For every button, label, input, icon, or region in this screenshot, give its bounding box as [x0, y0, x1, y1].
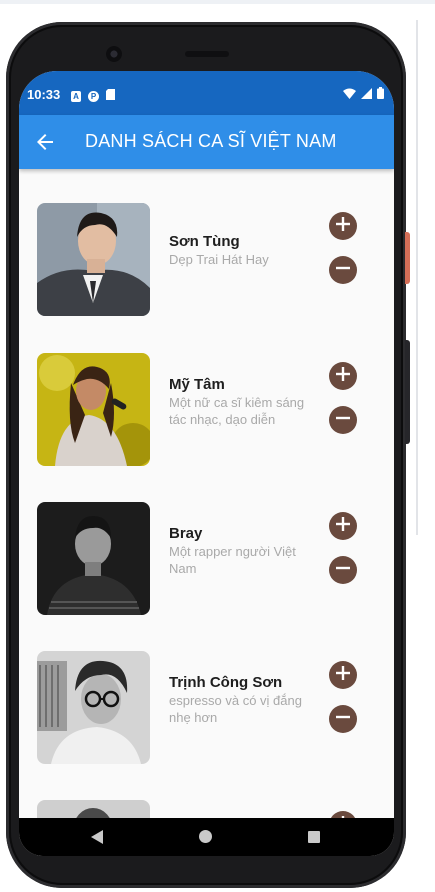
status-time: 10:33	[27, 87, 61, 102]
nav-recents-icon[interactable]	[308, 831, 320, 843]
plus-circle-icon	[336, 366, 350, 386]
singer-description: Một rapper người Việt Nam	[169, 544, 296, 576]
plus-circle-icon	[336, 516, 350, 536]
singer-card[interactable]: Mỹ Tâm Một nữ ca sĩ kiêm sáng tác nhạc, …	[19, 353, 394, 469]
wifi-icon	[343, 86, 356, 104]
minus-circle-icon	[336, 411, 350, 430]
singer-name: Trịnh Công Sơn	[169, 674, 283, 691]
singer-description: espresso và có vị đắng nhẹ hơn	[169, 693, 302, 725]
plus-circle-icon	[336, 665, 350, 685]
add-button[interactable]	[329, 212, 357, 240]
earpiece-speaker	[185, 51, 229, 57]
battery-icon	[377, 86, 384, 104]
add-button[interactable]	[329, 362, 357, 390]
page-title: DANH SÁCH CA SĨ VIỆT NAM	[85, 131, 337, 151]
arrow-back-icon	[33, 134, 57, 158]
system-navigation-bar	[19, 818, 394, 856]
singer-photo	[37, 651, 150, 764]
signal-icon	[361, 86, 372, 104]
volume-button[interactable]	[405, 340, 410, 444]
singer-description: Một nữ ca sĩ kiêm sáng tác nhạc, dạo diễ…	[169, 395, 305, 427]
singer-name: Bray	[169, 525, 203, 542]
remove-button[interactable]	[329, 406, 357, 434]
singer-photo	[37, 203, 150, 316]
singer-card[interactable]: Bray Một rapper người Việt Nam	[19, 502, 394, 618]
minus-circle-icon	[336, 261, 350, 280]
plus-circle-icon	[336, 216, 350, 236]
system-status-icons	[343, 86, 384, 104]
phone-screen: 10:33 A P DANH SÁCH CA SĨ VIỆT NAM Sơn T…	[19, 71, 394, 856]
singer-list: Sơn Tùng Dẹp Trai Hát Hay Mỹ Tâm Một nữ …	[19, 169, 394, 856]
app-bar: DANH SÁCH CA SĨ VIỆT NAM	[19, 115, 394, 169]
status-bar: 10:33 A P	[19, 71, 394, 115]
singer-name: Mỹ Tâm	[169, 376, 225, 393]
singer-card[interactable]: Sơn Tùng Dẹp Trai Hát Hay	[19, 203, 394, 319]
singer-card[interactable]: Trịnh Công Sơn espresso và có vị đắng nh…	[19, 651, 394, 767]
singer-photo	[37, 502, 150, 615]
power-button[interactable]	[405, 232, 410, 284]
sd-card-icon	[106, 87, 115, 105]
side-panel-divider	[416, 20, 418, 535]
front-camera	[106, 46, 122, 62]
nav-back-icon[interactable]	[91, 830, 103, 844]
window-top-strip	[0, 0, 435, 4]
remove-button[interactable]	[329, 556, 357, 584]
back-button[interactable]	[33, 130, 57, 154]
singer-description: Dẹp Trai Hát Hay	[169, 252, 269, 267]
app-p-icon: P	[88, 90, 99, 102]
add-button[interactable]	[329, 512, 357, 540]
minus-circle-icon	[336, 561, 350, 580]
app-a-icon: A	[71, 90, 81, 102]
notification-icons: A P	[71, 87, 115, 105]
nav-home-icon[interactable]	[199, 830, 212, 843]
minus-circle-icon	[336, 710, 350, 729]
singer-photo	[37, 353, 150, 466]
singer-name: Sơn Tùng	[169, 233, 240, 250]
remove-button[interactable]	[329, 256, 357, 284]
remove-button[interactable]	[329, 705, 357, 733]
add-button[interactable]	[329, 661, 357, 689]
